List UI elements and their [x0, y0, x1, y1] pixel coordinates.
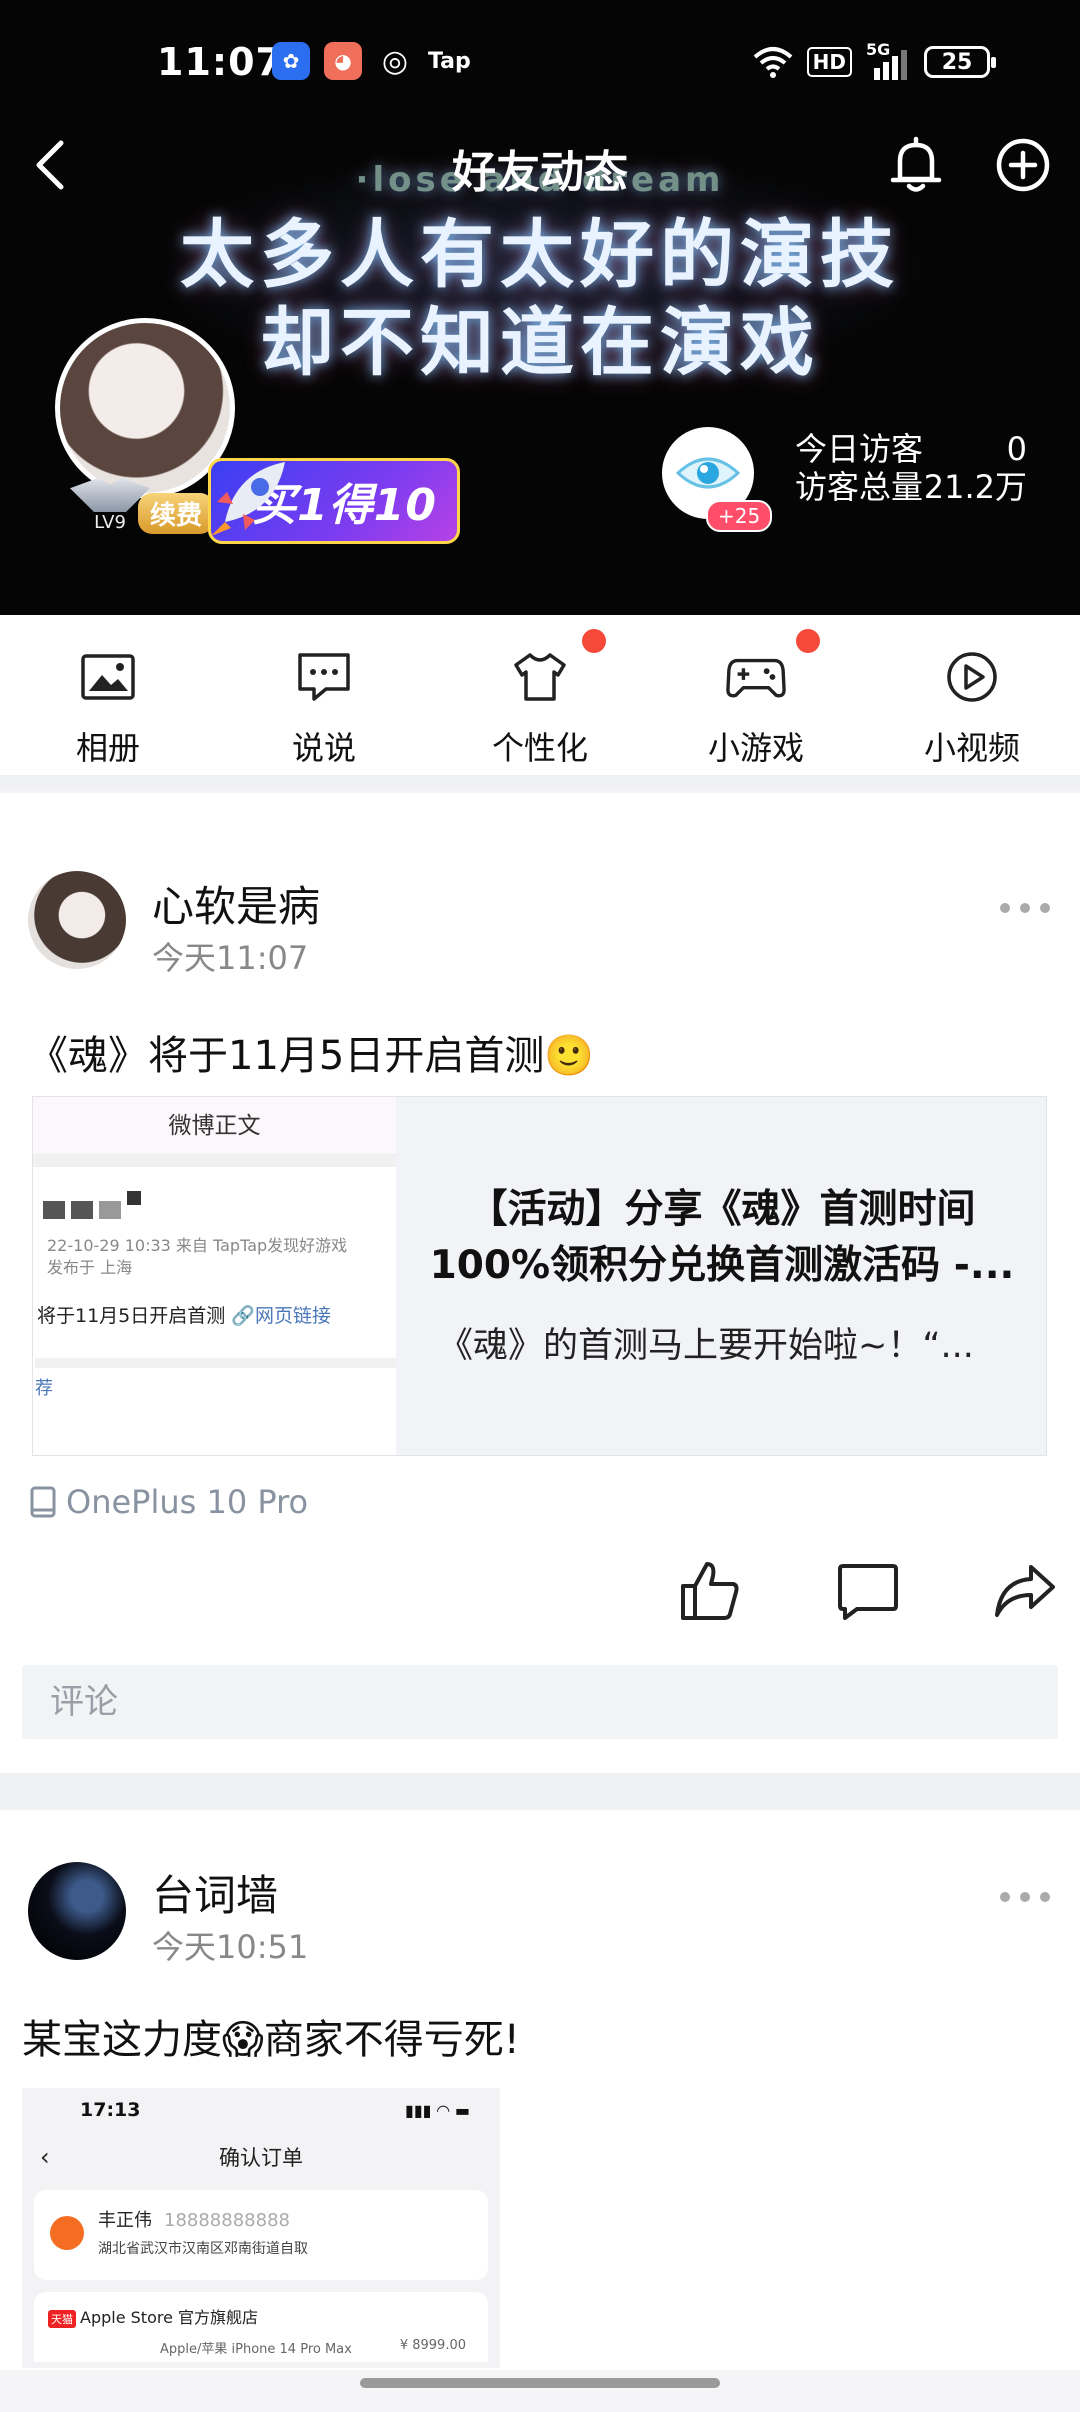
message-icon: [294, 647, 354, 707]
device-name: OnePlus 10 Pro: [66, 1483, 309, 1521]
today-visitors-value: 0: [1006, 430, 1027, 468]
device-source: OnePlus 10 Pro: [30, 1483, 308, 1521]
thumb-recommend: 荐: [35, 1358, 396, 1400]
signal-icon: 5G: [866, 40, 910, 80]
wifi-icon: [753, 47, 792, 78]
weibo-icon: ◎: [381, 43, 409, 79]
shot-store-card: 天猫 Apple Store 官方旗舰店 Apple/苹果 iPhone 14 P…: [34, 2292, 488, 2362]
quick-nav-label: 说说: [291, 729, 356, 767]
blurred-username: [43, 1191, 396, 1219]
quick-nav-label: 个性化: [491, 729, 588, 767]
thumbs-up-icon: [681, 1562, 739, 1620]
post-image[interactable]: 17:13 ▮▮▮ ◠ ▬ ‹ 确认订单 丰正伟 18888888888 湖北省武…: [22, 2088, 500, 2368]
post-more-button[interactable]: [1000, 893, 1050, 923]
renew-tag[interactable]: 续费: [138, 493, 215, 534]
play-icon: [942, 647, 1002, 707]
status-app-icons: ✿ ◕ ◎ Tap: [272, 42, 471, 80]
link-description: 《魂》的首测马上要开始啦~！“...: [438, 1326, 974, 1366]
quick-nav: 相册 说说 个性化 小游戏 小视频: [0, 615, 1080, 775]
plus-circle-icon: [996, 138, 1050, 192]
comment-input[interactable]: 评论: [22, 1665, 1058, 1739]
rocket-icon: [211, 462, 285, 536]
quick-nav-album[interactable]: 相册: [0, 615, 216, 775]
post-actions: [0, 1553, 1080, 1633]
taptap-icon: Tap: [428, 48, 471, 74]
total-visitors-value: 21.2万: [923, 468, 1027, 506]
photo-icon: [78, 647, 138, 707]
thumb-body: 将于11月5日开启首测 🔗网页链接: [37, 1305, 331, 1327]
visitor-stats[interactable]: 今日访客 0 访客总量 21.2万: [795, 430, 1027, 506]
post-text: 某宝这力度😱商家不得亏死!: [22, 2017, 520, 2063]
quick-nav-shuoshuo[interactable]: 说说: [216, 615, 432, 775]
post-text: 《魂》将于11月5日开启首测🙂: [28, 1033, 595, 1079]
shot-status-bar: 17:13 ▮▮▮ ◠ ▬: [80, 2099, 470, 2121]
eye-icon: [676, 457, 740, 489]
status-time: 11:07: [157, 40, 283, 84]
post-time: 今天11:07: [152, 939, 309, 977]
section-divider: [0, 775, 1080, 789]
add-post-button[interactable]: [990, 130, 1056, 200]
battery-indicator: 25: [924, 46, 996, 78]
post-more-button[interactable]: [1000, 1882, 1050, 1912]
gamepad-icon: [726, 647, 786, 707]
comment-button[interactable]: [830, 1553, 906, 1629]
comment-icon: [838, 1564, 898, 1620]
feed-post: 心软是病 今天11:07 《魂》将于11月5日开启首测🙂 微博正文 22-10-…: [0, 793, 1080, 1773]
post-author-avatar[interactable]: [28, 871, 126, 969]
shot-address-card: 丰正伟 18888888888 湖北省武汉市汉南区邓南街道自取: [34, 2190, 488, 2280]
tshirt-icon: [510, 647, 570, 707]
total-visitors-label: 访客总量: [795, 468, 924, 506]
today-visitors-label: 今日访客: [795, 430, 924, 468]
post-separator: [0, 1773, 1080, 1810]
thumb-header: 微博正文: [33, 1097, 396, 1155]
status-bar: 11:07 ✿ ◕ ◎ Tap HD 5G 25: [0, 0, 1080, 125]
post-author-avatar[interactable]: [28, 1862, 126, 1960]
post-time: 今天10:51: [152, 1928, 309, 1966]
thumb-meta: 22-10-29 10:33 来自 TapTap发现好游戏 发布于 上海: [47, 1236, 348, 1277]
bell-icon: [890, 136, 942, 192]
quick-nav-label: 小游戏: [707, 729, 804, 767]
visitors-increment-badge: +25: [706, 500, 773, 532]
quick-nav-label: 小视频: [923, 729, 1020, 767]
like-button[interactable]: [672, 1553, 748, 1629]
shared-link-card[interactable]: 微博正文 22-10-29 10:33 来自 TapTap发现好游戏 发布于 上…: [32, 1096, 1047, 1456]
notifications-button[interactable]: [883, 130, 949, 200]
link-thumbnail: 微博正文 22-10-29 10:33 来自 TapTap发现好游戏 发布于 上…: [33, 1097, 396, 1455]
network-type: 5G: [866, 40, 891, 59]
post-author-name[interactable]: 心软是病: [152, 873, 320, 934]
quick-nav-minigames[interactable]: 小游戏: [648, 615, 864, 775]
red-dot-badge: [582, 629, 606, 653]
feed-post: 台词墙 今天10:51 某宝这力度😱商家不得亏死! 17:13 ▮▮▮ ◠ ▬ …: [0, 1810, 1080, 2370]
quick-nav-personalize[interactable]: 个性化: [432, 615, 648, 775]
game-cat-icon: ◕: [324, 42, 362, 80]
shot-nav: ‹ 确认订单: [40, 2143, 303, 2171]
share-arrow-icon: [995, 1565, 1055, 1617]
phone-icon: [30, 1486, 56, 1518]
share-button[interactable]: [987, 1553, 1063, 1629]
quick-nav-shortvideo[interactable]: 小视频: [864, 615, 1080, 775]
post-author-name[interactable]: 台词墙: [152, 1862, 278, 1923]
status-indicators: HD 5G 25: [753, 40, 996, 80]
hd-badge: HD: [806, 47, 852, 77]
baidu-icon: ✿: [272, 42, 310, 80]
link-title: 【活动】分享《魂》首测时间 100%领积分兑换首测激活码 -...: [429, 1187, 1015, 1288]
home-indicator[interactable]: [360, 2378, 720, 2388]
quick-nav-label: 相册: [75, 729, 140, 767]
red-dot-badge: [796, 629, 820, 653]
profile-cover[interactable]: ·lose and dream 太多人有太好的演技 却不知道在演戏 11:07 …: [0, 0, 1080, 615]
